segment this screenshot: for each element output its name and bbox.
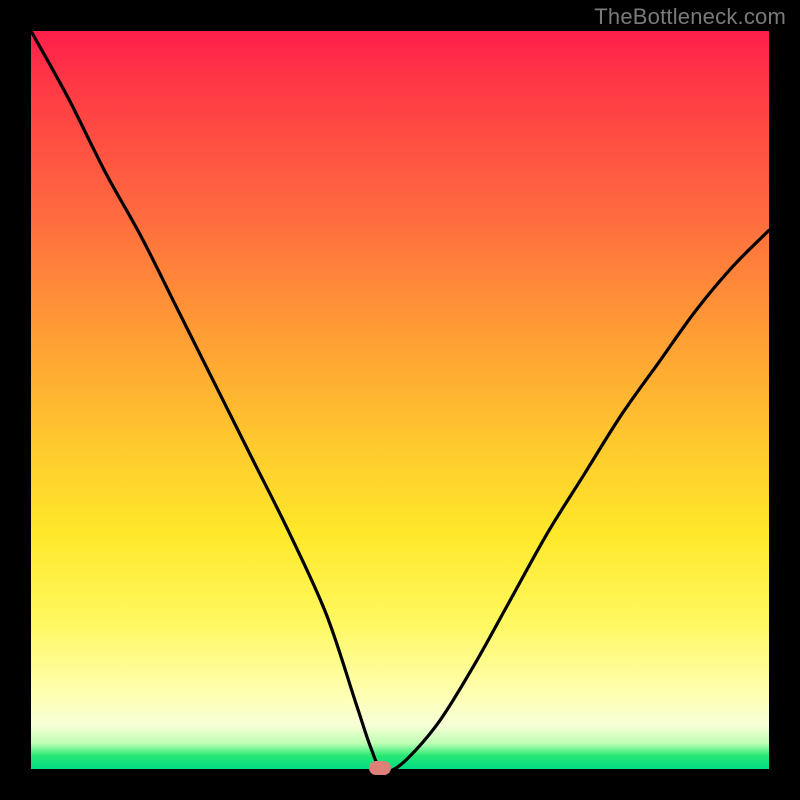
optimum-marker bbox=[369, 761, 391, 775]
watermark-text: TheBottleneck.com bbox=[594, 4, 786, 30]
plot-area bbox=[31, 31, 769, 769]
bottleneck-curve-path bbox=[31, 31, 769, 769]
curve-svg bbox=[31, 31, 769, 769]
chart-stage: TheBottleneck.com bbox=[0, 0, 800, 800]
